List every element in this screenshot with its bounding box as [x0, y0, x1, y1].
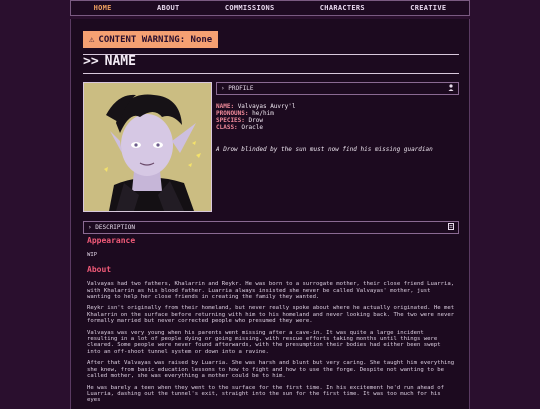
nav-commissions[interactable]: COMMISSIONS: [225, 4, 275, 12]
document-icon: [448, 223, 454, 232]
description-body: Appearance WIP About Valvayas had two fa…: [87, 236, 455, 404]
profile-row-class: CLASS: Oracle: [216, 124, 263, 131]
nav-about[interactable]: ABOUT: [157, 4, 180, 12]
nav-creative[interactable]: CREATIVE: [410, 4, 446, 12]
content-warning-badge: ⚠ CONTENT WARNING: None: [83, 31, 219, 48]
description-header-label: DESCRIPTION: [95, 224, 135, 231]
profile-row-pronouns: PRONOUNS: he/him: [216, 110, 274, 117]
divider: [83, 73, 459, 74]
person-icon: [448, 84, 454, 93]
character-portrait: [83, 82, 212, 212]
divider: [83, 54, 459, 55]
character-tagline: A Drow blinded by the sun must now find …: [216, 146, 433, 153]
description-header: › DESCRIPTION: [83, 221, 459, 234]
nav-characters[interactable]: CHARACTERS: [320, 4, 365, 12]
about-paragraph: Reykr isn't originally from their homela…: [87, 305, 455, 325]
top-nav: HOME ABOUT COMMISSIONS CHARACTERS CREATI…: [70, 0, 470, 16]
profile-details: NAME: Valvayas Auvry'l PRONOUNS: he/him …: [216, 103, 295, 131]
about-paragraph: Valvayas was very young when his parents…: [87, 329, 441, 355]
content-warning-label: CONTENT WARNING: None: [98, 34, 213, 45]
profile-row-species: SPECIES: Drow: [216, 117, 263, 124]
chevron-right-icon: ›: [88, 224, 92, 231]
name-heading: NAME: [104, 54, 136, 69]
page-title: >> NAME: [83, 54, 136, 69]
double-chevron-icon: >>: [83, 54, 99, 69]
about-paragraph: After that Valvayas was raised by Luarri…: [87, 360, 455, 380]
profile-row-name: NAME: Valvayas Auvry'l: [216, 103, 296, 110]
about-paragraph: Valvayas had two fathers, Khalarrin and …: [87, 281, 455, 301]
profile-header-label: PROFILE: [228, 85, 254, 92]
character-page: ⚠ CONTENT WARNING: None >> NAME › PROFIL…: [70, 19, 470, 409]
warning-icon: ⚠: [89, 34, 95, 45]
about-paragraph: He was barely a teen when they went to t…: [87, 384, 444, 404]
profile-header: › PROFILE: [216, 82, 459, 95]
chevron-right-icon: ›: [221, 85, 225, 92]
nav-home[interactable]: HOME: [94, 4, 112, 12]
